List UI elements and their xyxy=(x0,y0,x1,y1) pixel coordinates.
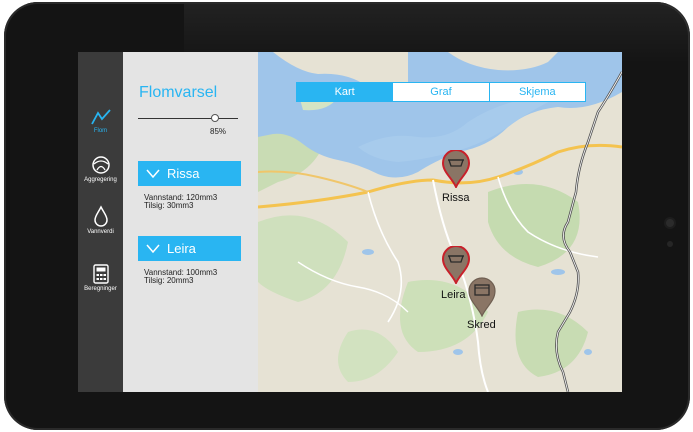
nav-rail: Flom Aggregering Vannverdi Beregninger xyxy=(78,52,123,392)
map-background xyxy=(258,52,622,392)
nav-item-label: Flom xyxy=(93,128,108,134)
nav-item-label: Beregninger xyxy=(84,286,117,292)
threshold-slider-value: 85% xyxy=(210,127,227,136)
map-marker-label-skred: Skred xyxy=(467,319,496,331)
nav-item-label: Vannverdi xyxy=(87,229,114,235)
map-marker-label-rissa: Rissa xyxy=(442,192,470,204)
station-header-leira[interactable]: Leira xyxy=(138,236,241,261)
nav-item-beregninger[interactable]: Beregninger xyxy=(78,264,123,292)
nav-item-vannverdi[interactable]: Vannverdi xyxy=(78,205,123,235)
chevron-down-icon xyxy=(146,244,160,253)
nav-item-label: Aggregering xyxy=(84,177,117,183)
side-panel: Flomvarsel 85% Rissa Vannstand: 120mm3 T… xyxy=(123,52,258,392)
station-inflow: Tilsig: 30mm3 xyxy=(144,201,194,210)
app-screen: Flom Aggregering Vannverdi Beregninger F… xyxy=(78,52,622,392)
station-name: Leira xyxy=(167,241,196,256)
station-details: Vannstand: 100mm3 Tilsig: 20mm3 xyxy=(138,261,241,285)
station-card-rissa: Rissa Vannstand: 120mm3 Tilsig: 30mm3 xyxy=(138,161,241,210)
map-marker-label-leira: Leira xyxy=(441,289,466,301)
nav-item-flom[interactable]: Flom xyxy=(78,108,123,134)
sensor-icon xyxy=(667,241,673,247)
tab-graf[interactable]: Graf xyxy=(392,83,488,101)
map-view[interactable]: Kart Graf Skjema Rissa Leira Skred xyxy=(258,52,622,392)
water-drop-icon xyxy=(93,205,108,227)
aggregate-icon xyxy=(91,156,110,174)
chart-line-icon xyxy=(90,109,111,125)
tab-skjema[interactable]: Skjema xyxy=(488,83,585,101)
station-header-rissa[interactable]: Rissa xyxy=(138,161,241,186)
threshold-slider-handle[interactable] xyxy=(211,114,219,122)
view-tabs: Kart Graf Skjema xyxy=(296,82,586,102)
calculator-icon xyxy=(92,264,109,284)
map-marker-leira[interactable] xyxy=(442,246,470,284)
nav-item-aggregering[interactable]: Aggregering xyxy=(78,155,123,183)
station-card-leira: Leira Vannstand: 100mm3 Tilsig: 20mm3 xyxy=(138,236,241,285)
camera-icon xyxy=(666,219,674,227)
station-details: Vannstand: 120mm3 Tilsig: 30mm3 xyxy=(138,186,241,210)
station-name: Rissa xyxy=(167,166,200,181)
map-marker-rissa[interactable] xyxy=(442,150,470,188)
threshold-slider-track[interactable] xyxy=(138,118,238,119)
page-title: Flomvarsel xyxy=(139,84,218,101)
chevron-down-icon xyxy=(146,169,160,178)
map-marker-skred[interactable] xyxy=(468,277,496,317)
tab-kart[interactable]: Kart xyxy=(297,83,393,101)
station-inflow: Tilsig: 20mm3 xyxy=(144,276,194,285)
